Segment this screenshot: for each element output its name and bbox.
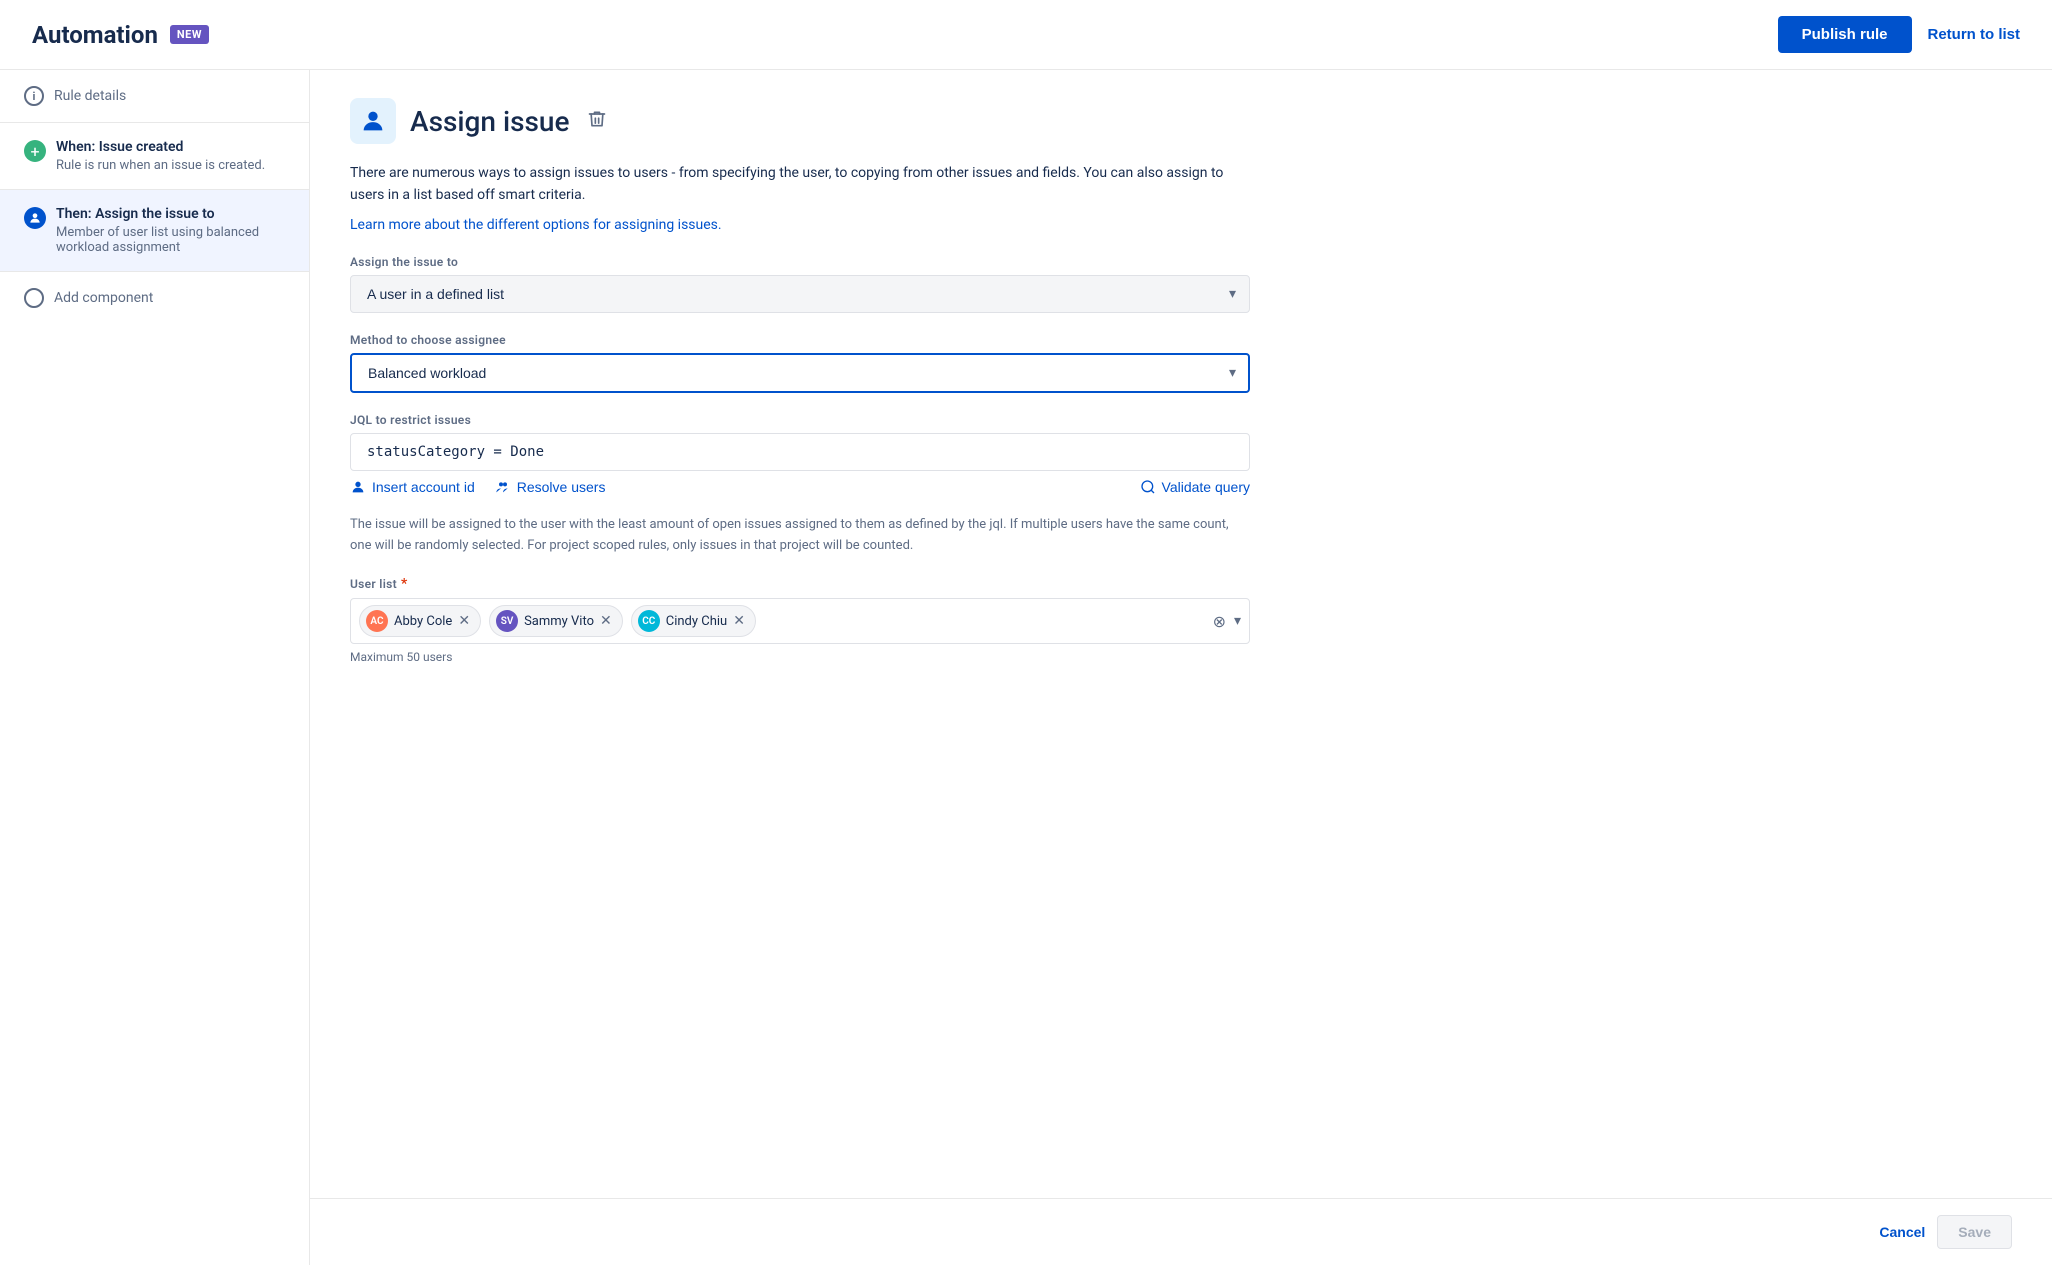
assign-to-select[interactable]: A user in a defined list xyxy=(350,275,1250,313)
resolve-users-label: Resolve users xyxy=(517,479,606,495)
learn-more-link[interactable]: Learn more about the different options f… xyxy=(350,217,2012,233)
insert-account-id-label: Insert account id xyxy=(372,479,475,495)
user-list-label: User list xyxy=(350,577,397,591)
action-title: Then: Assign the issue to xyxy=(56,206,285,222)
plus-icon: + xyxy=(24,140,46,162)
add-circle-icon xyxy=(24,288,44,308)
save-button[interactable]: Save xyxy=(1937,1215,2012,1249)
rule-details-label: Rule details xyxy=(54,88,126,104)
sidebar-item-action[interactable]: Then: Assign the issue to Member of user… xyxy=(0,190,309,272)
content-header: Assign issue xyxy=(350,98,2012,144)
content-scroll: Assign issue There are numerous ways to … xyxy=(310,70,2052,1198)
assign-icon-sidebar xyxy=(24,207,46,229)
jql-left-actions: Insert account id Resolve users xyxy=(350,479,605,495)
delete-icon[interactable] xyxy=(587,109,607,134)
remove-sammy-button[interactable]: ✕ xyxy=(600,614,612,628)
new-badge: NEW xyxy=(170,25,209,44)
avatar-cindy: CC xyxy=(638,610,660,632)
validate-query-button[interactable]: Validate query xyxy=(1140,479,1250,495)
jql-input[interactable] xyxy=(350,433,1250,471)
user-list-controls: ⊗ ▾ xyxy=(1213,612,1241,631)
remove-abby-button[interactable]: ✕ xyxy=(458,614,470,628)
header-left: Automation NEW xyxy=(32,21,209,49)
user-name-cindy: Cindy Chiu xyxy=(666,614,727,629)
action-sub: Member of user list using balanced workl… xyxy=(56,225,285,255)
main-layout: i Rule details + When: Issue created Rul… xyxy=(0,70,2052,1265)
assign-icon-large xyxy=(350,98,396,144)
info-icon: i xyxy=(24,86,44,106)
assign-to-select-wrapper: A user in a defined list ▾ xyxy=(350,275,1250,313)
user-tag-abby: AC Abby Cole ✕ xyxy=(359,605,481,637)
user-list-section: User list * AC Abby Cole ✕ SV Sammy Vito… xyxy=(350,576,1250,664)
jql-actions: Insert account id Resolve users xyxy=(350,479,1250,495)
avatar-abby: AC xyxy=(366,610,388,632)
method-select[interactable]: Balanced workload xyxy=(350,353,1250,393)
user-list-field[interactable]: AC Abby Cole ✕ SV Sammy Vito ✕ CC Cindy … xyxy=(350,598,1250,644)
header: Automation NEW Publish rule Return to li… xyxy=(0,0,2052,70)
sidebar-item-rule-details[interactable]: i Rule details xyxy=(0,70,309,123)
content-wrapper: Assign issue There are numerous ways to … xyxy=(310,70,2052,1265)
insert-account-id-button[interactable]: Insert account id xyxy=(350,479,475,495)
required-indicator: * xyxy=(401,576,408,592)
return-to-list-button[interactable]: Return to list xyxy=(1928,26,2021,43)
user-tag-sammy: SV Sammy Vito ✕ xyxy=(489,605,623,637)
jql-section: JQL to restrict issues Insert account id xyxy=(350,413,1250,495)
user-name-sammy: Sammy Vito xyxy=(524,614,594,629)
clear-users-icon[interactable]: ⊗ xyxy=(1213,612,1226,631)
sidebar-add-component[interactable]: Add component xyxy=(0,272,309,324)
trigger-title: When: Issue created xyxy=(56,139,265,155)
method-section: Method to choose assignee Balanced workl… xyxy=(350,333,1250,393)
page-title: Assign issue xyxy=(410,105,569,138)
cancel-button[interactable]: Cancel xyxy=(1879,1224,1925,1240)
trigger-sub: Rule is run when an issue is created. xyxy=(56,158,265,173)
user-tag-cindy: CC Cindy Chiu ✕ xyxy=(631,605,756,637)
add-component-label: Add component xyxy=(54,290,153,306)
sidebar: i Rule details + When: Issue created Rul… xyxy=(0,70,310,1265)
publish-rule-button[interactable]: Publish rule xyxy=(1778,16,1912,53)
assign-to-label: Assign the issue to xyxy=(350,255,1250,269)
header-actions: Publish rule Return to list xyxy=(1778,16,2020,53)
user-list-chevron-icon[interactable]: ▾ xyxy=(1234,613,1241,629)
footer: Cancel Save xyxy=(310,1198,2052,1265)
method-label: Method to choose assignee xyxy=(350,333,1250,347)
sidebar-item-trigger[interactable]: + When: Issue created Rule is run when a… xyxy=(0,123,309,190)
remove-cindy-button[interactable]: ✕ xyxy=(733,614,745,628)
resolve-users-button[interactable]: Resolve users xyxy=(495,479,606,495)
trigger-text: When: Issue created Rule is run when an … xyxy=(56,139,265,173)
info-text: The issue will be assigned to the user w… xyxy=(350,515,1250,557)
user-list-label-row: User list * xyxy=(350,576,1250,592)
avatar-sammy: SV xyxy=(496,610,518,632)
action-text: Then: Assign the issue to Member of user… xyxy=(56,206,285,255)
rule-details-row: i Rule details xyxy=(24,86,285,106)
validate-query-label: Validate query xyxy=(1162,479,1250,495)
method-select-wrapper: Balanced workload ▾ xyxy=(350,353,1250,393)
user-name-abby: Abby Cole xyxy=(394,614,452,629)
description-text: There are numerous ways to assign issues… xyxy=(350,162,1230,207)
max-users-text: Maximum 50 users xyxy=(350,650,1250,664)
app-title: Automation xyxy=(32,21,158,49)
jql-label: JQL to restrict issues xyxy=(350,413,1250,427)
assign-to-section: Assign the issue to A user in a defined … xyxy=(350,255,1250,313)
